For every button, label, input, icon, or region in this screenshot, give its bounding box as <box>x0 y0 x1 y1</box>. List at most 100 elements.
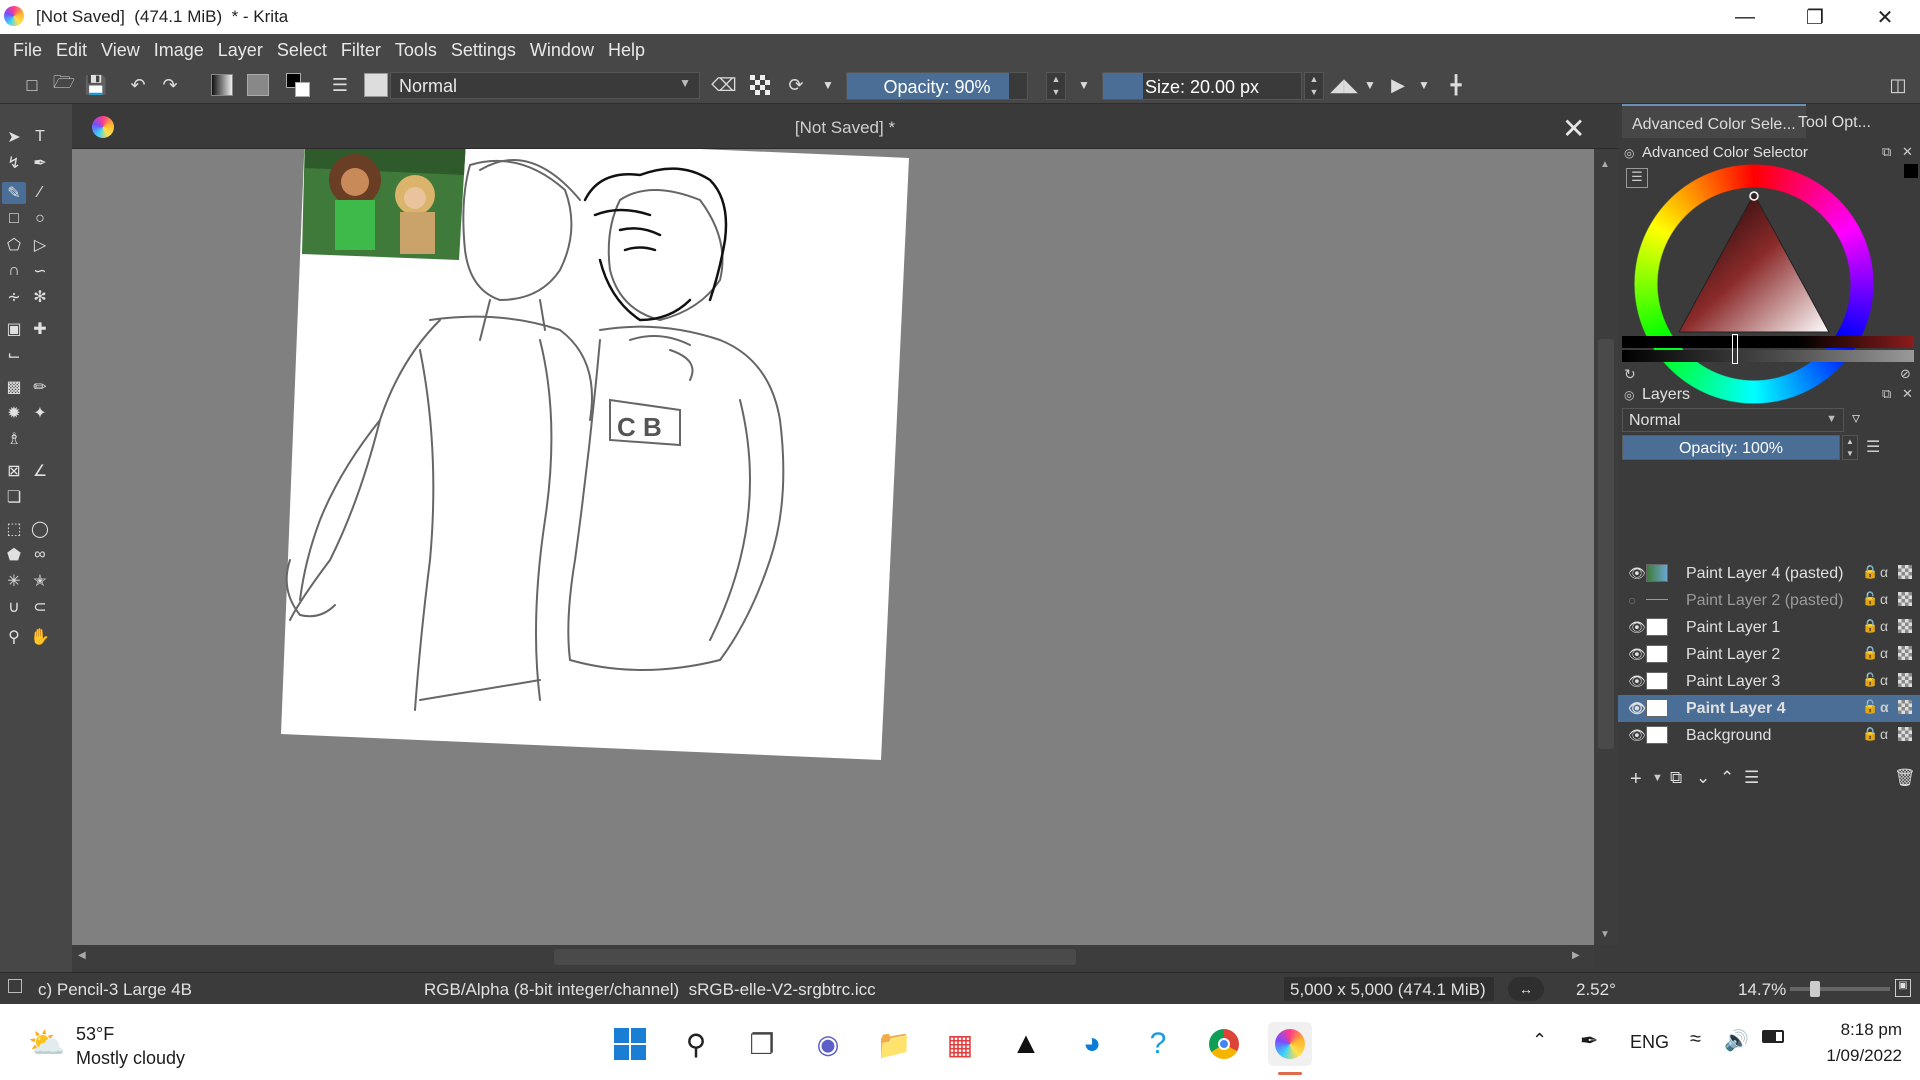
opacity-spinner[interactable]: ▲ ▼ <box>1046 72 1066 100</box>
dynamic-brush-icon[interactable]: ∻ <box>2 286 26 308</box>
filter-icon[interactable]: ▿ <box>1852 408 1860 428</box>
reload-preset-icon[interactable]: ⟳ <box>784 74 808 96</box>
tab-advanced-color[interactable]: Advanced Color Sele... <box>1622 104 1806 138</box>
inherit-alpha-icon[interactable] <box>1898 565 1912 579</box>
lock-icon[interactable]: 🔓 <box>1862 672 1878 688</box>
lock-icon[interactable]: 🔒 <box>1862 564 1878 580</box>
layer-row[interactable]: 👁 Paint Layer 4 (pasted) 🔒 α <box>1618 560 1920 587</box>
krita-taskbar-icon[interactable] <box>1268 1022 1312 1066</box>
menu-window[interactable]: Window <box>523 40 601 61</box>
calligraphy-icon[interactable]: ✒ <box>28 152 52 174</box>
rotation-reset-icon[interactable]: ↔ <box>1508 977 1544 1001</box>
menu-image[interactable]: Image <box>147 40 211 61</box>
menu-filter[interactable]: Filter <box>334 40 388 61</box>
refresh-icon[interactable]: ↻ <box>1624 366 1636 383</box>
alpha-icon[interactable]: α <box>1880 672 1888 688</box>
lock-icon[interactable]: 🔓 <box>1862 591 1878 607</box>
inherit-alpha-icon[interactable] <box>1898 727 1912 741</box>
windows-start-icon[interactable] <box>608 1022 652 1066</box>
layer-menu-icon[interactable]: ☰ <box>1866 437 1880 457</box>
chevron-down-icon[interactable]: ▼ <box>1412 74 1436 96</box>
gradient-tool-icon[interactable]: ▩ <box>2 376 26 398</box>
minimize-button[interactable]: — <box>1710 0 1780 34</box>
smart-patch-icon[interactable]: ✹ <box>2 402 26 424</box>
layer-row-selected[interactable]: 👁 Paint Layer 4 🔓 α <box>1618 695 1920 722</box>
menu-settings[interactable]: Settings <box>444 40 523 61</box>
menu-view[interactable]: View <box>94 40 147 61</box>
layer-row[interactable]: 👁 Paint Layer 1 🔒 α <box>1618 614 1920 641</box>
vertical-scrollbar[interactable]: ▲ ▼ <box>1594 149 1618 945</box>
undo-icon[interactable]: ↶ <box>126 74 150 96</box>
zoom-slider-handle[interactable] <box>1810 981 1820 997</box>
volume-icon[interactable]: 🔊 <box>1724 1028 1749 1053</box>
color-saturation-bar[interactable] <box>1622 350 1914 362</box>
menu-select[interactable]: Select <box>270 40 334 61</box>
reference-tool-icon[interactable]: ❏ <box>2 486 26 508</box>
bezier-select-icon[interactable]: ∪ <box>2 596 26 618</box>
menu-tools[interactable]: Tools <box>388 40 444 61</box>
clock-time[interactable]: 8:18 pm <box>1826 1020 1902 1040</box>
line-tool-icon[interactable]: ⁄ <box>28 182 52 204</box>
lock-icon[interactable]: 🔓 <box>1862 699 1878 715</box>
inherit-alpha-icon[interactable] <box>1898 646 1912 660</box>
eye-icon[interactable]: 👁 <box>1628 727 1646 744</box>
alpha-icon[interactable]: α <box>1880 564 1888 580</box>
search-icon[interactable]: ⚲ <box>674 1022 718 1066</box>
color-value-bar[interactable] <box>1622 336 1914 348</box>
close-document-icon[interactable]: ✕ <box>1562 112 1585 145</box>
inherit-alpha-icon[interactable] <box>1898 592 1912 606</box>
open-folder-icon[interactable]: 🗁 <box>52 72 76 96</box>
chrome-browser-icon[interactable] <box>1202 1022 1246 1066</box>
measure-tool-icon[interactable]: ∠ <box>28 460 52 482</box>
size-spinner[interactable]: ▲ ▼ <box>1304 72 1324 100</box>
scroll-up-icon[interactable]: ▲ <box>1600 159 1610 170</box>
menu-help[interactable]: Help <box>601 40 652 61</box>
canvas-area[interactable]: C B <box>72 149 1594 945</box>
layer-row[interactable]: 👁 Paint Layer 2 🔒 α <box>1618 641 1920 668</box>
save-icon[interactable]: 💾 <box>84 74 108 96</box>
tab-tool-options[interactable]: Tool Opt... <box>1788 104 1881 138</box>
mirror-horizontal-icon[interactable]: ◢◣ <box>1330 74 1358 96</box>
input-language[interactable]: ENG <box>1630 1032 1669 1053</box>
microsoft-store-icon[interactable]: ▦ <box>938 1022 982 1066</box>
close-docker-icon[interactable]: ✕ <box>1902 144 1913 160</box>
layer-row[interactable]: 👁 Paint Layer 3 🔓 α <box>1618 668 1920 695</box>
redo-icon[interactable]: ↷ <box>158 74 182 96</box>
restore-button[interactable]: ❐ <box>1780 0 1850 34</box>
polygon-select-icon[interactable]: ⬟ <box>2 544 26 566</box>
vertical-scroll-thumb[interactable] <box>1598 339 1614 749</box>
select-shapes-icon[interactable]: ➤ <box>2 126 26 148</box>
close-window-button[interactable]: ✕ <box>1850 0 1920 34</box>
bezier-tool-icon[interactable]: ∩ <box>2 260 26 282</box>
edge-browser-icon[interactable]: ◕ <box>1070 1022 1114 1066</box>
clock-date[interactable]: 1/09/2022 <box>1806 1046 1902 1066</box>
task-view-icon[interactable]: ❐ <box>740 1022 784 1066</box>
layer-opacity-spinner[interactable]: ▲ ▼ <box>1842 435 1858 460</box>
pan-tool-icon[interactable]: ✋ <box>28 626 52 648</box>
fullscreen-icon[interactable]: ▣ <box>1895 979 1911 997</box>
scroll-right-icon[interactable]: ▶ <box>1572 950 1580 961</box>
transform-tool-icon[interactable]: ▣ <box>2 318 26 340</box>
battery-icon[interactable] <box>1762 1030 1784 1043</box>
text-tool-icon[interactable]: T <box>28 126 52 148</box>
rectangle-select-icon[interactable]: ⬚ <box>2 518 26 540</box>
alpha-icon[interactable]: α <box>1880 645 1888 661</box>
wrap-around-icon[interactable]: ╋ <box>1444 74 1468 96</box>
pattern-picker-icon[interactable] <box>246 74 270 96</box>
fg-bg-color-icon[interactable] <box>286 73 310 97</box>
weather-description[interactable]: Mostly cloudy <box>76 1048 185 1069</box>
help-app-icon[interactable]: ? <box>1136 1022 1180 1066</box>
lock-icon[interactable]: 🔒 <box>1862 618 1878 634</box>
lock-docker-icon[interactable]: ◎ <box>1624 146 1634 160</box>
float-docker-icon[interactable]: ⧉ <box>1882 144 1891 160</box>
scroll-down-icon[interactable]: ▼ <box>1600 929 1610 940</box>
delete-layer-icon[interactable]: 🗑 <box>1894 768 1916 788</box>
polygon-tool-icon[interactable]: ⬠ <box>2 234 26 256</box>
ellipse-tool-icon[interactable]: ○ <box>28 208 52 230</box>
opacity-slider[interactable]: Opacity: 90% <box>846 72 1028 100</box>
eye-icon[interactable]: 👁 <box>1628 646 1646 663</box>
chevron-down-icon[interactable]: ▼ <box>1358 74 1382 96</box>
document-tab-title[interactable]: [Not Saved] * <box>72 118 1618 138</box>
alpha-icon[interactable]: α <box>1880 726 1888 742</box>
show-hidden-icons-icon[interactable]: ⌃ <box>1532 1030 1547 1051</box>
